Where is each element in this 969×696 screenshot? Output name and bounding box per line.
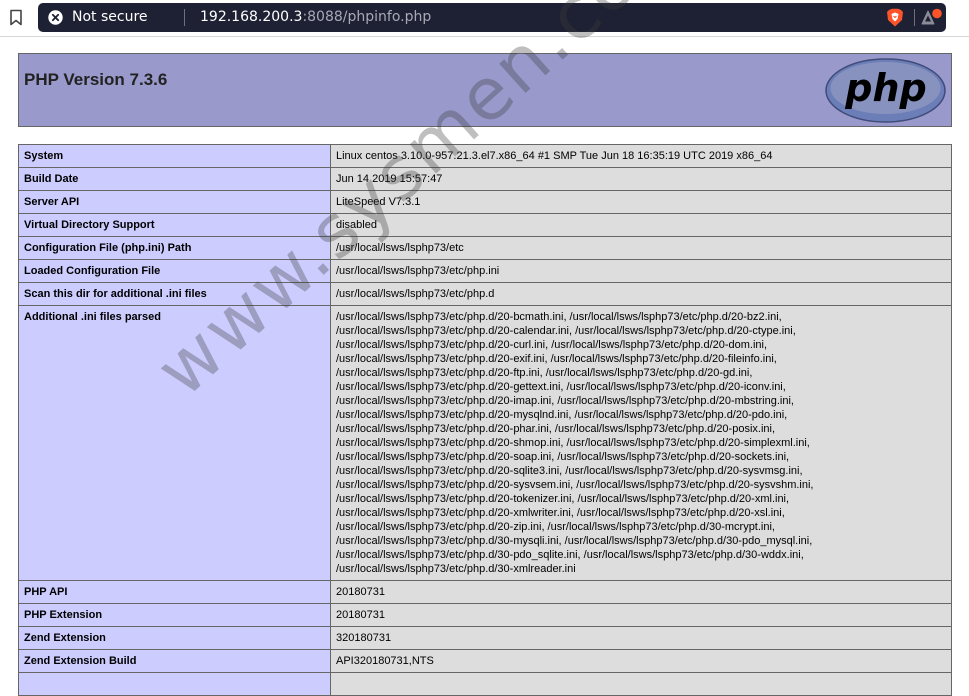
ini-file-line: /usr/local/lsws/lsphp73/etc/php.d/20-tok…	[336, 493, 790, 505]
ini-file-line: /usr/local/lsws/lsphp73/etc/php.d/20-cal…	[336, 325, 796, 337]
not-secure-icon[interactable]	[48, 10, 63, 25]
php-logo[interactable]: php	[825, 58, 946, 123]
row-value: Linux centos 3.10.0-957.21.3.el7.x86_64 …	[330, 144, 952, 168]
ini-file-line: /usr/local/lsws/lsphp73/etc/php.d/20-sql…	[336, 465, 803, 477]
table-row: Configuration File (php.ini) Path/usr/lo…	[18, 236, 952, 260]
ini-file-line: /usr/local/lsws/lsphp73/etc/php.d/30-mys…	[336, 535, 813, 547]
php-info-table: System Linux centos 3.10.0-957.21.3.el7.x…	[18, 144, 952, 696]
url-text[interactable]: 192.168.200.3:8088/phpinfo.php	[200, 9, 431, 25]
row-value: API320180731,NTS	[330, 649, 952, 673]
brave-rewards-icon[interactable]	[921, 8, 943, 28]
table-row: Loaded Configuration File/usr/local/lsws…	[18, 259, 952, 283]
ini-file-line: /usr/local/lsws/lsphp73/etc/php.d/20-exi…	[336, 353, 777, 365]
php-logo-text: php	[844, 66, 926, 110]
browser-toolbar: Not secure 192.168.200.3:8088/phpinfo.ph…	[0, 0, 969, 37]
ini-file-line: /usr/local/lsws/lsphp73/etc/php.d/20-ima…	[336, 395, 794, 407]
ini-file-line: /usr/local/lsws/lsphp73/etc/php.d/20-soa…	[336, 451, 790, 463]
ini-file-line: /usr/local/lsws/lsphp73/etc/php.d/20-sys…	[336, 479, 814, 491]
table-row: System Linux centos 3.10.0-957.21.3.el7.x…	[18, 144, 952, 168]
row-key: Build Date	[18, 167, 331, 191]
row-value: /usr/local/lsws/lsphp73/etc	[330, 236, 952, 260]
row-value: 20180731	[330, 580, 952, 604]
ini-file-line: /usr/local/lsws/lsphp73/etc/php.d/20-ftp…	[336, 367, 753, 379]
row-key: Scan this dir for additional .ini files	[18, 282, 331, 306]
row-value: LiteSpeed V7.3.1	[330, 190, 952, 214]
address-bar[interactable]: Not secure 192.168.200.3:8088/phpinfo.ph…	[38, 3, 946, 32]
ini-file-line: /usr/local/lsws/lsphp73/etc/php.d/20-bcm…	[336, 311, 782, 323]
row-key: PHP API	[18, 580, 331, 604]
row-key: System	[18, 144, 331, 168]
row-value: Jun 14 2019 15:57:47	[330, 167, 952, 191]
row-key: Loaded Configuration File	[18, 259, 331, 283]
bookmark-icon[interactable]	[9, 9, 23, 26]
table-row: Scan this dir for additional .ini files /…	[18, 282, 952, 306]
url-divider-right	[914, 9, 915, 26]
ini-file-line: /usr/local/lsws/lsphp73/etc/php.d/20-zip…	[336, 521, 775, 533]
table-row: PHP Extension 20180731	[18, 603, 952, 627]
ini-file-line: /usr/local/lsws/lsphp73/etc/php.d/30-pdo…	[336, 549, 804, 561]
page-title: PHP Version 7.3.6	[24, 70, 168, 89]
ini-file-line: /usr/local/lsws/lsphp73/etc/php.d/20-mys…	[336, 409, 788, 421]
row-key	[18, 672, 331, 696]
ini-file-line: /usr/local/lsws/lsphp73/etc/php.d/20-xml…	[336, 507, 785, 519]
table-row: PHP API 20180731	[18, 580, 952, 604]
table-row: Server API LiteSpeed V7.3.1	[18, 190, 952, 214]
row-key: Zend Extension	[18, 626, 331, 650]
table-row: Zend Extension Build API320180731,NTS	[18, 649, 952, 673]
table-row	[18, 672, 952, 696]
row-key: Server API	[18, 190, 331, 214]
ini-file-line: /usr/local/lsws/lsphp73/etc/php.d/20-shm…	[336, 437, 810, 449]
row-value: /usr/local/lsws/lsphp73/etc/php.ini	[330, 259, 952, 283]
phpinfo-page: PHP Version 7.3.6 php System Linux centos…	[18, 53, 952, 696]
row-key: Additional .ini files parsed	[18, 305, 331, 581]
row-key: Zend Extension Build	[18, 649, 331, 673]
row-value: 320180731	[330, 626, 952, 650]
ini-file-line: /usr/local/lsws/lsphp73/etc/php.d/20-pha…	[336, 423, 776, 435]
url-host: 192.168.200.3	[200, 9, 303, 25]
ini-file-line: /usr/local/lsws/lsphp73/etc/php.d/20-cur…	[336, 339, 768, 351]
row-value: /usr/local/lsws/lsphp73/etc/php.d/20-bcm…	[330, 305, 952, 581]
url-divider	[184, 9, 185, 26]
php-version-header: PHP Version 7.3.6 php	[18, 53, 952, 127]
row-value	[330, 672, 952, 696]
row-key: PHP Extension	[18, 603, 331, 627]
table-row: Additional .ini files parsed/usr/local/l…	[18, 305, 952, 581]
row-key: Virtual Directory Support	[18, 213, 331, 237]
row-key: Configuration File (php.ini) Path	[18, 236, 331, 260]
ini-file-line: /usr/local/lsws/lsphp73/etc/php.d/20-get…	[336, 381, 786, 393]
security-label[interactable]: Not secure	[72, 9, 148, 25]
url-path: :8088/phpinfo.php	[302, 9, 432, 25]
table-row: Zend Extension 320180731	[18, 626, 952, 650]
table-row: Build Date Jun 14 2019 15:57:47	[18, 167, 952, 191]
brave-shields-icon[interactable]	[886, 8, 904, 27]
row-value: 20180731	[330, 603, 952, 627]
row-value: /usr/local/lsws/lsphp73/etc/php.d	[330, 282, 952, 306]
row-value: disabled	[330, 213, 952, 237]
ini-file-line: /usr/local/lsws/lsphp73/etc/php.d/30-xml…	[336, 563, 576, 575]
table-row: Virtual Directory Support disabled	[18, 213, 952, 237]
